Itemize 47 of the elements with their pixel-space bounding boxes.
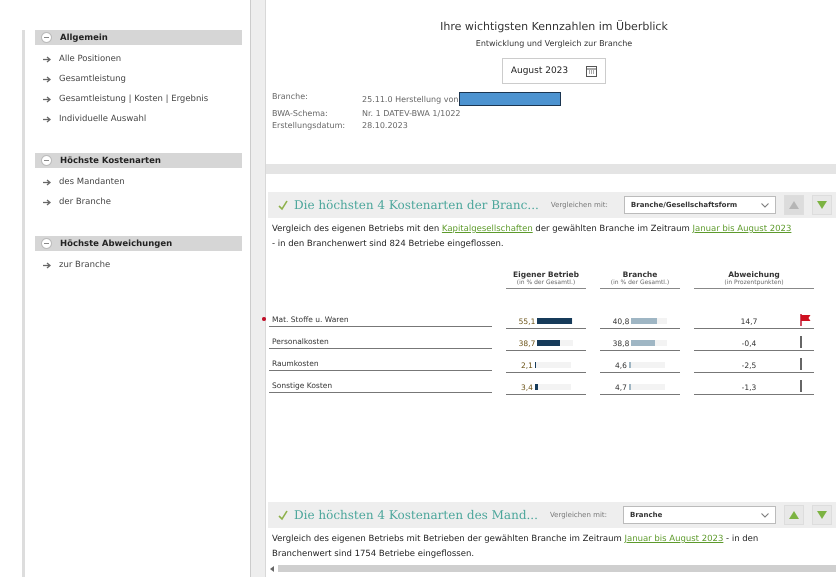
section-title: Die höchsten 4 Kostenarten der Branc... xyxy=(294,198,539,212)
description-text: Vergleich des eigenen Betriebs mit den Kapitalgesellschaften der gewählten Branche im Zeitraum Januar bis August 2023 - in den Branchenwert sind 824 Betriebe eingeflossen. xyxy=(272,223,792,251)
arrow-icon xyxy=(43,76,52,82)
section-title: Die höchsten 4 Kostenarten des Mand... xyxy=(294,508,538,522)
calendar-icon xyxy=(586,65,598,77)
group-header[interactable]: Allgemein xyxy=(35,30,242,45)
info-label: Branche: xyxy=(272,92,309,103)
triangle-down-icon xyxy=(817,511,828,519)
info-label: Erstellungsdatum: xyxy=(272,121,346,130)
arrow-icon xyxy=(43,178,52,186)
chevron-icon xyxy=(761,202,770,208)
sidebar-item[interactable]: Individuelle Auswahl xyxy=(35,109,242,129)
check-icon xyxy=(278,510,288,520)
sidebar-item[interactable]: des Mandanten xyxy=(35,172,242,192)
link[interactable]: Januar bis August 2023 xyxy=(692,224,792,234)
arrow-icon xyxy=(43,96,52,102)
info-value: Nr. 1 DATEV-BWA 1/1022 xyxy=(362,109,461,118)
sidebar-item[interactable]: Gesamtleistung | Kosten | Ergebnis xyxy=(35,89,242,109)
page-subtitle: Entwicklung und Vergleich zur Branche xyxy=(474,39,634,48)
sidebar-item[interactable]: Alle Positionen xyxy=(35,49,242,69)
group-header[interactable]: Höchste Kostenarten xyxy=(35,153,242,168)
info-value: 28.10.2023 xyxy=(362,121,408,130)
arrow-icon xyxy=(43,198,52,206)
date-picker[interactable]: August 2023 xyxy=(502,58,606,84)
group-header[interactable]: Höchste Abweichungen xyxy=(35,236,242,251)
check-icon xyxy=(278,200,288,210)
page-title: Ihre wichtigsten Kennzahlen im Überblick xyxy=(439,20,669,33)
arrow-icon xyxy=(43,56,52,62)
splitter-bar[interactable] xyxy=(250,0,266,577)
link[interactable]: Januar bis August 2023 xyxy=(624,534,724,544)
sidebar-item[interactable]: Gesamtleistung xyxy=(35,69,242,89)
triangle-up-icon xyxy=(789,511,800,519)
info-value: 25.11.0 Herstellung von xyxy=(362,94,458,104)
sidebar-item[interactable]: zur Branche xyxy=(35,255,242,275)
triangle-up-icon xyxy=(789,201,800,209)
info-label: BWA-Schema: xyxy=(272,109,329,118)
horizontal-scrollbar[interactable] xyxy=(268,564,836,573)
move-down-button[interactable] xyxy=(812,195,832,215)
triangle-down-icon xyxy=(817,201,828,209)
arrow-icon xyxy=(43,116,52,122)
chevron-icon xyxy=(761,512,770,518)
move-down-button[interactable] xyxy=(812,505,832,525)
arrow-icon xyxy=(43,262,52,268)
description-text: Vergleich des eigenen Betriebs mit Betrieben der gewählten Branche im Zeitraum Januar bis August 2023 - in den Branchenwert sind 1754 Betriebe eingeflossen. xyxy=(272,533,760,561)
move-up-button[interactable] xyxy=(784,505,804,525)
sidebar-item[interactable]: der Branche xyxy=(35,192,242,212)
scroll-left-icon xyxy=(270,566,274,572)
